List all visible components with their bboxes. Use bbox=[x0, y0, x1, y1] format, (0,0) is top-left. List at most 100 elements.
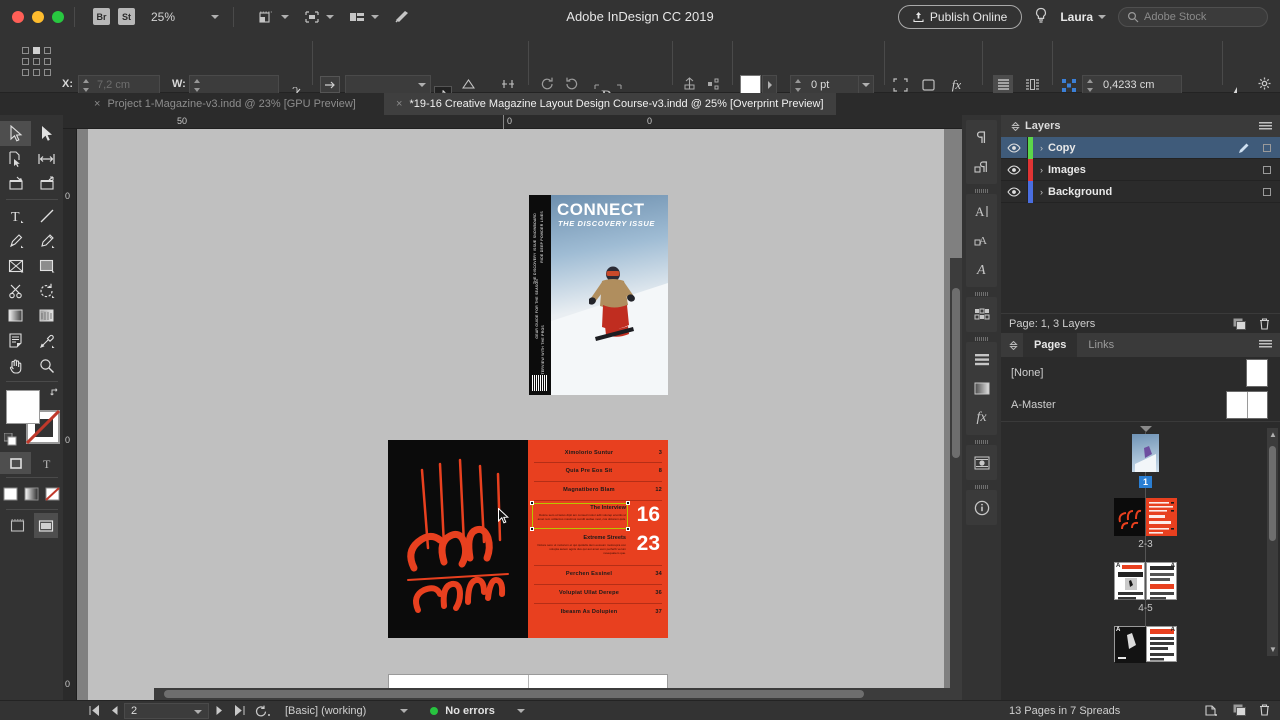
fill-stroke-control[interactable] bbox=[3, 386, 62, 446]
close-icon[interactable]: × bbox=[396, 98, 402, 110]
align-top-icon[interactable] bbox=[680, 76, 698, 92]
visibility-icon[interactable] bbox=[1001, 164, 1027, 175]
text-wrap-none-icon[interactable] bbox=[993, 75, 1013, 93]
document-canvas[interactable]: THE DISCOVERY ISSUE SNOWBOARD RIDE DEEP … bbox=[77, 129, 962, 700]
lock-toggle[interactable] bbox=[1263, 166, 1271, 174]
next-page-icon[interactable] bbox=[209, 701, 229, 720]
publish-online-button[interactable]: Publish Online bbox=[897, 4, 1023, 29]
x-stepper[interactable] bbox=[82, 79, 91, 92]
window-controls[interactable] bbox=[0, 10, 64, 23]
scrollbar-thumb[interactable] bbox=[164, 690, 864, 698]
pages-thumbnails-area[interactable]: 1 2-3 A A 4-5 A A ▲ ▼ bbox=[1001, 421, 1280, 663]
rotate-clockwise-icon[interactable] bbox=[538, 76, 556, 92]
contents-right-page[interactable]: Ximolorio Suntur 3 Quia Pre Eos Sit 8 Ma… bbox=[528, 440, 668, 638]
canvas-horizontal-scrollbar[interactable] bbox=[154, 688, 962, 700]
object-styles-icon[interactable] bbox=[966, 448, 997, 477]
stock-icon[interactable]: St bbox=[118, 8, 135, 25]
contents-entry[interactable]: Ximolorio Suntur 3 bbox=[534, 450, 662, 456]
document-tab-2[interactable]: × *19-16 Creative Magazine Layout Design… bbox=[384, 93, 836, 115]
distribute-left-icon[interactable] bbox=[706, 76, 724, 92]
contents-left-page[interactable] bbox=[388, 440, 528, 638]
canvas-vertical-scrollbar[interactable] bbox=[950, 258, 962, 700]
scrollbar-thumb[interactable] bbox=[1269, 446, 1276, 541]
close-window-button[interactable] bbox=[12, 10, 24, 23]
paragraph-panel-icon[interactable]: A bbox=[966, 226, 997, 255]
document-tab-1[interactable]: × Project 1-Magazine-v3.indd @ 23% [GPU … bbox=[82, 93, 368, 115]
character-styles-icon[interactable] bbox=[966, 152, 997, 181]
preflight-profile-label[interactable]: [Basic] (working) bbox=[285, 703, 366, 719]
gradient-swatch-tool[interactable] bbox=[0, 303, 31, 328]
character-panel-icon[interactable]: A bbox=[966, 197, 997, 226]
gradient-feather-tool[interactable] bbox=[31, 303, 62, 328]
chevron-down-icon[interactable] bbox=[194, 709, 202, 714]
tab-pages[interactable]: Pages bbox=[1023, 333, 1078, 357]
zoom-tool[interactable] bbox=[31, 353, 62, 378]
page-contents-spread[interactable]: Ximolorio Suntur 3 Quia Pre Eos Sit 8 Ma… bbox=[388, 440, 668, 638]
delete-layer-icon[interactable] bbox=[1259, 318, 1270, 333]
arrange-documents-control[interactable] bbox=[348, 9, 380, 25]
chevron-down-icon[interactable] bbox=[326, 14, 335, 19]
apply-gradient-icon[interactable] bbox=[22, 481, 41, 506]
rail-grip[interactable] bbox=[974, 337, 989, 341]
table-panel-icon[interactable] bbox=[966, 300, 997, 329]
page-tool[interactable] bbox=[0, 146, 31, 171]
preflight-icon[interactable] bbox=[249, 701, 277, 720]
object-shape-icon[interactable] bbox=[920, 77, 937, 92]
page-cover[interactable]: THE DISCOVERY ISSUE SNOWBOARD RIDE DEEP … bbox=[529, 195, 668, 395]
type-tool[interactable]: T bbox=[0, 203, 31, 228]
swap-fill-stroke-icon[interactable] bbox=[50, 386, 62, 401]
vertical-ruler[interactable]: 0 0 0 bbox=[63, 129, 77, 700]
chevron-right-icon[interactable] bbox=[767, 80, 772, 89]
visibility-icon[interactable] bbox=[1001, 142, 1027, 153]
selection-tool[interactable] bbox=[0, 121, 31, 146]
paragraph-styles-icon[interactable] bbox=[966, 123, 997, 152]
fill-dropdown-button[interactable] bbox=[762, 75, 777, 94]
layer-row-images[interactable]: › Images bbox=[1001, 158, 1280, 181]
flip-horizontal-icon[interactable] bbox=[500, 77, 516, 91]
rail-grip[interactable] bbox=[974, 485, 989, 489]
corner-options-icon[interactable] bbox=[892, 77, 909, 92]
preview-mode-icon[interactable] bbox=[33, 513, 58, 538]
gear-icon[interactable] bbox=[1256, 75, 1272, 91]
scrollbar-thumb[interactable] bbox=[952, 288, 960, 458]
arrange-documents-icon[interactable] bbox=[348, 9, 366, 25]
view-options-control[interactable] bbox=[303, 9, 335, 25]
align-panel-icon[interactable] bbox=[966, 345, 997, 374]
page-thumbnail-4[interactable]: A bbox=[1114, 562, 1145, 600]
master-thumbnail[interactable] bbox=[1246, 359, 1268, 387]
gap-stepper[interactable] bbox=[1086, 79, 1095, 92]
pages-scrollbar[interactable]: ▲ ▼ bbox=[1267, 428, 1278, 656]
chevron-down-icon[interactable] bbox=[862, 82, 870, 87]
hand-tool[interactable] bbox=[0, 353, 31, 378]
zoom-dropdown-icon[interactable] bbox=[211, 14, 220, 19]
page-thumbnail-1[interactable] bbox=[1132, 434, 1159, 472]
page-number-badge[interactable]: 1 bbox=[1139, 476, 1152, 488]
horizontal-ruler[interactable]: 50 0 0 bbox=[63, 115, 962, 129]
formatting-affects-container-icon[interactable] bbox=[0, 452, 31, 474]
rotate-counter-icon[interactable] bbox=[562, 76, 580, 92]
adobe-stock-search[interactable]: Adobe Stock bbox=[1118, 6, 1268, 27]
rotate-90-ccw-icon[interactable] bbox=[460, 77, 476, 91]
pencil-tool[interactable] bbox=[31, 228, 62, 253]
reference-point-proxy[interactable] bbox=[22, 47, 56, 81]
scroll-up-icon[interactable]: ▲ bbox=[1269, 430, 1277, 439]
chevron-down-icon[interactable] bbox=[371, 14, 380, 19]
page-thumbnail-7[interactable]: A bbox=[1146, 626, 1177, 662]
stroke-weight-dropdown[interactable] bbox=[858, 75, 874, 94]
scroll-down-icon[interactable]: ▼ bbox=[1269, 645, 1277, 654]
normal-screen-mode-icon[interactable] bbox=[6, 513, 30, 538]
rail-grip[interactable] bbox=[974, 189, 989, 193]
page-thumbnail-6[interactable]: A bbox=[1114, 626, 1146, 663]
workspace-icon[interactable] bbox=[393, 9, 411, 25]
rotation-angle-field[interactable] bbox=[345, 75, 431, 94]
rotate-right-icon[interactable] bbox=[320, 76, 340, 93]
last-page-icon[interactable] bbox=[229, 701, 249, 720]
layer-row-copy[interactable]: › Copy bbox=[1001, 136, 1280, 159]
w-stepper[interactable] bbox=[193, 79, 202, 92]
minimize-window-button[interactable] bbox=[32, 10, 44, 23]
line-tool[interactable] bbox=[31, 203, 62, 228]
collapse-icon[interactable] bbox=[1009, 340, 1018, 350]
x-field[interactable]: 7,2 cm bbox=[78, 75, 160, 94]
master-row-a[interactable]: A-Master bbox=[1001, 389, 1280, 421]
bridge-icon[interactable]: Br bbox=[93, 8, 110, 25]
